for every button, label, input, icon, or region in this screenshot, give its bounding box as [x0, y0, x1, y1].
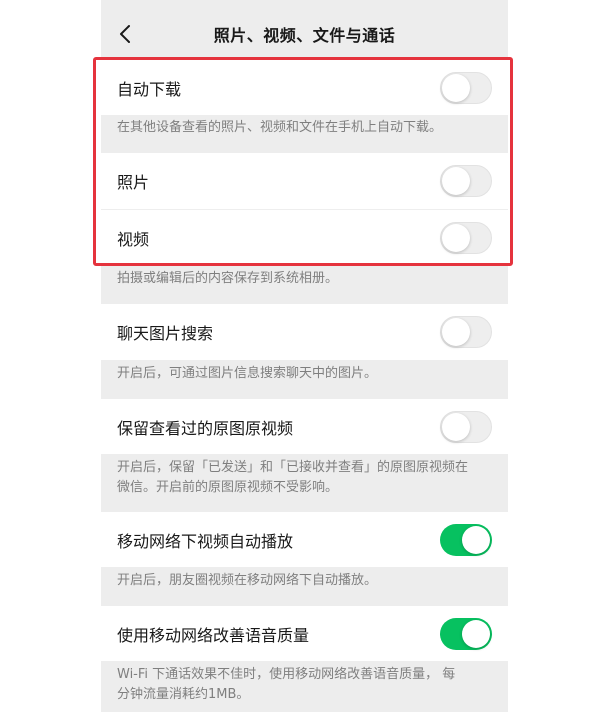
nav-bar: 照片、视频、文件与通话 — [101, 0, 508, 64]
setting-label: 自动下载 — [117, 79, 182, 99]
settings-screen: 照片、视频、文件与通话 自动下载 在其他设备查看的照片、视频和文件在手机上自动下… — [101, 0, 508, 712]
description-line: 开启后，保留「已发送」和「已接收并查看」的原图原视频在 — [117, 460, 469, 475]
toggle-knob — [442, 318, 470, 346]
auto-download-toggle[interactable] — [440, 71, 492, 104]
description-line: Wi-Fi 下通话效果不佳时，使用移动网络改善语音质量， 每 — [117, 667, 456, 682]
description-line: 分钟流量消耗约1MB。 — [117, 687, 250, 702]
toggle-knob — [442, 223, 470, 252]
voice-quality-toggle[interactable] — [440, 617, 492, 650]
toggle-knob — [442, 73, 470, 102]
toggle-knob — [462, 525, 490, 554]
setting-label: 照片 — [117, 173, 150, 192]
setting-description: 开启后，可通过图片信息搜索聊天中的图片。 — [117, 366, 378, 381]
description-line: 微信。开启前的原图原视频不受影响。 — [117, 480, 339, 495]
setting-row-chat-image-search[interactable]: 聊天图片搜索 — [101, 304, 508, 360]
setting-label: 移动网络下视频自动播放 — [117, 531, 294, 551]
setting-label: 聊天图片搜索 — [117, 324, 214, 343]
setting-description: 开启后，朋友圈视频在移动网络下自动播放。 — [117, 573, 378, 588]
setting-row-videos[interactable]: 视频 — [101, 210, 508, 265]
setting-description: 开启后，保留「已发送」和「已接收并查看」的原图原视频在 微信。开启前的原图原视频… — [101, 458, 508, 498]
setting-row-keep-originals[interactable]: 保留查看过的原图原视频 — [101, 399, 508, 454]
toggle-knob — [442, 167, 470, 195]
setting-description: 在其他设备查看的照片、视频和文件在手机上自动下载。 — [117, 120, 443, 135]
chat-image-search-toggle[interactable] — [440, 316, 492, 348]
setting-row-video-autoplay[interactable]: 移动网络下视频自动播放 — [101, 512, 508, 567]
toggle-knob — [462, 619, 490, 648]
photos-toggle[interactable] — [440, 165, 492, 197]
page-title: 照片、视频、文件与通话 — [213, 26, 396, 45]
setting-row-auto-download[interactable]: 自动下载 — [101, 60, 508, 115]
setting-label: 保留查看过的原图原视频 — [117, 418, 294, 438]
setting-description: Wi-Fi 下通话效果不佳时，使用移动网络改善语音质量， 每 分钟流量消耗约1M… — [101, 665, 508, 705]
toggle-knob — [442, 412, 470, 441]
keep-originals-toggle[interactable] — [440, 410, 492, 443]
video-autoplay-toggle[interactable] — [440, 523, 492, 556]
setting-row-voice-quality[interactable]: 使用移动网络改善语音质量 — [101, 606, 508, 661]
videos-toggle[interactable] — [440, 221, 492, 254]
setting-description: 拍摄或编辑后的内容保存到系统相册。 — [117, 271, 339, 286]
setting-row-photos[interactable]: 照片 — [101, 153, 508, 209]
setting-label: 视频 — [117, 229, 150, 249]
setting-label: 使用移动网络改善语音质量 — [117, 625, 310, 645]
